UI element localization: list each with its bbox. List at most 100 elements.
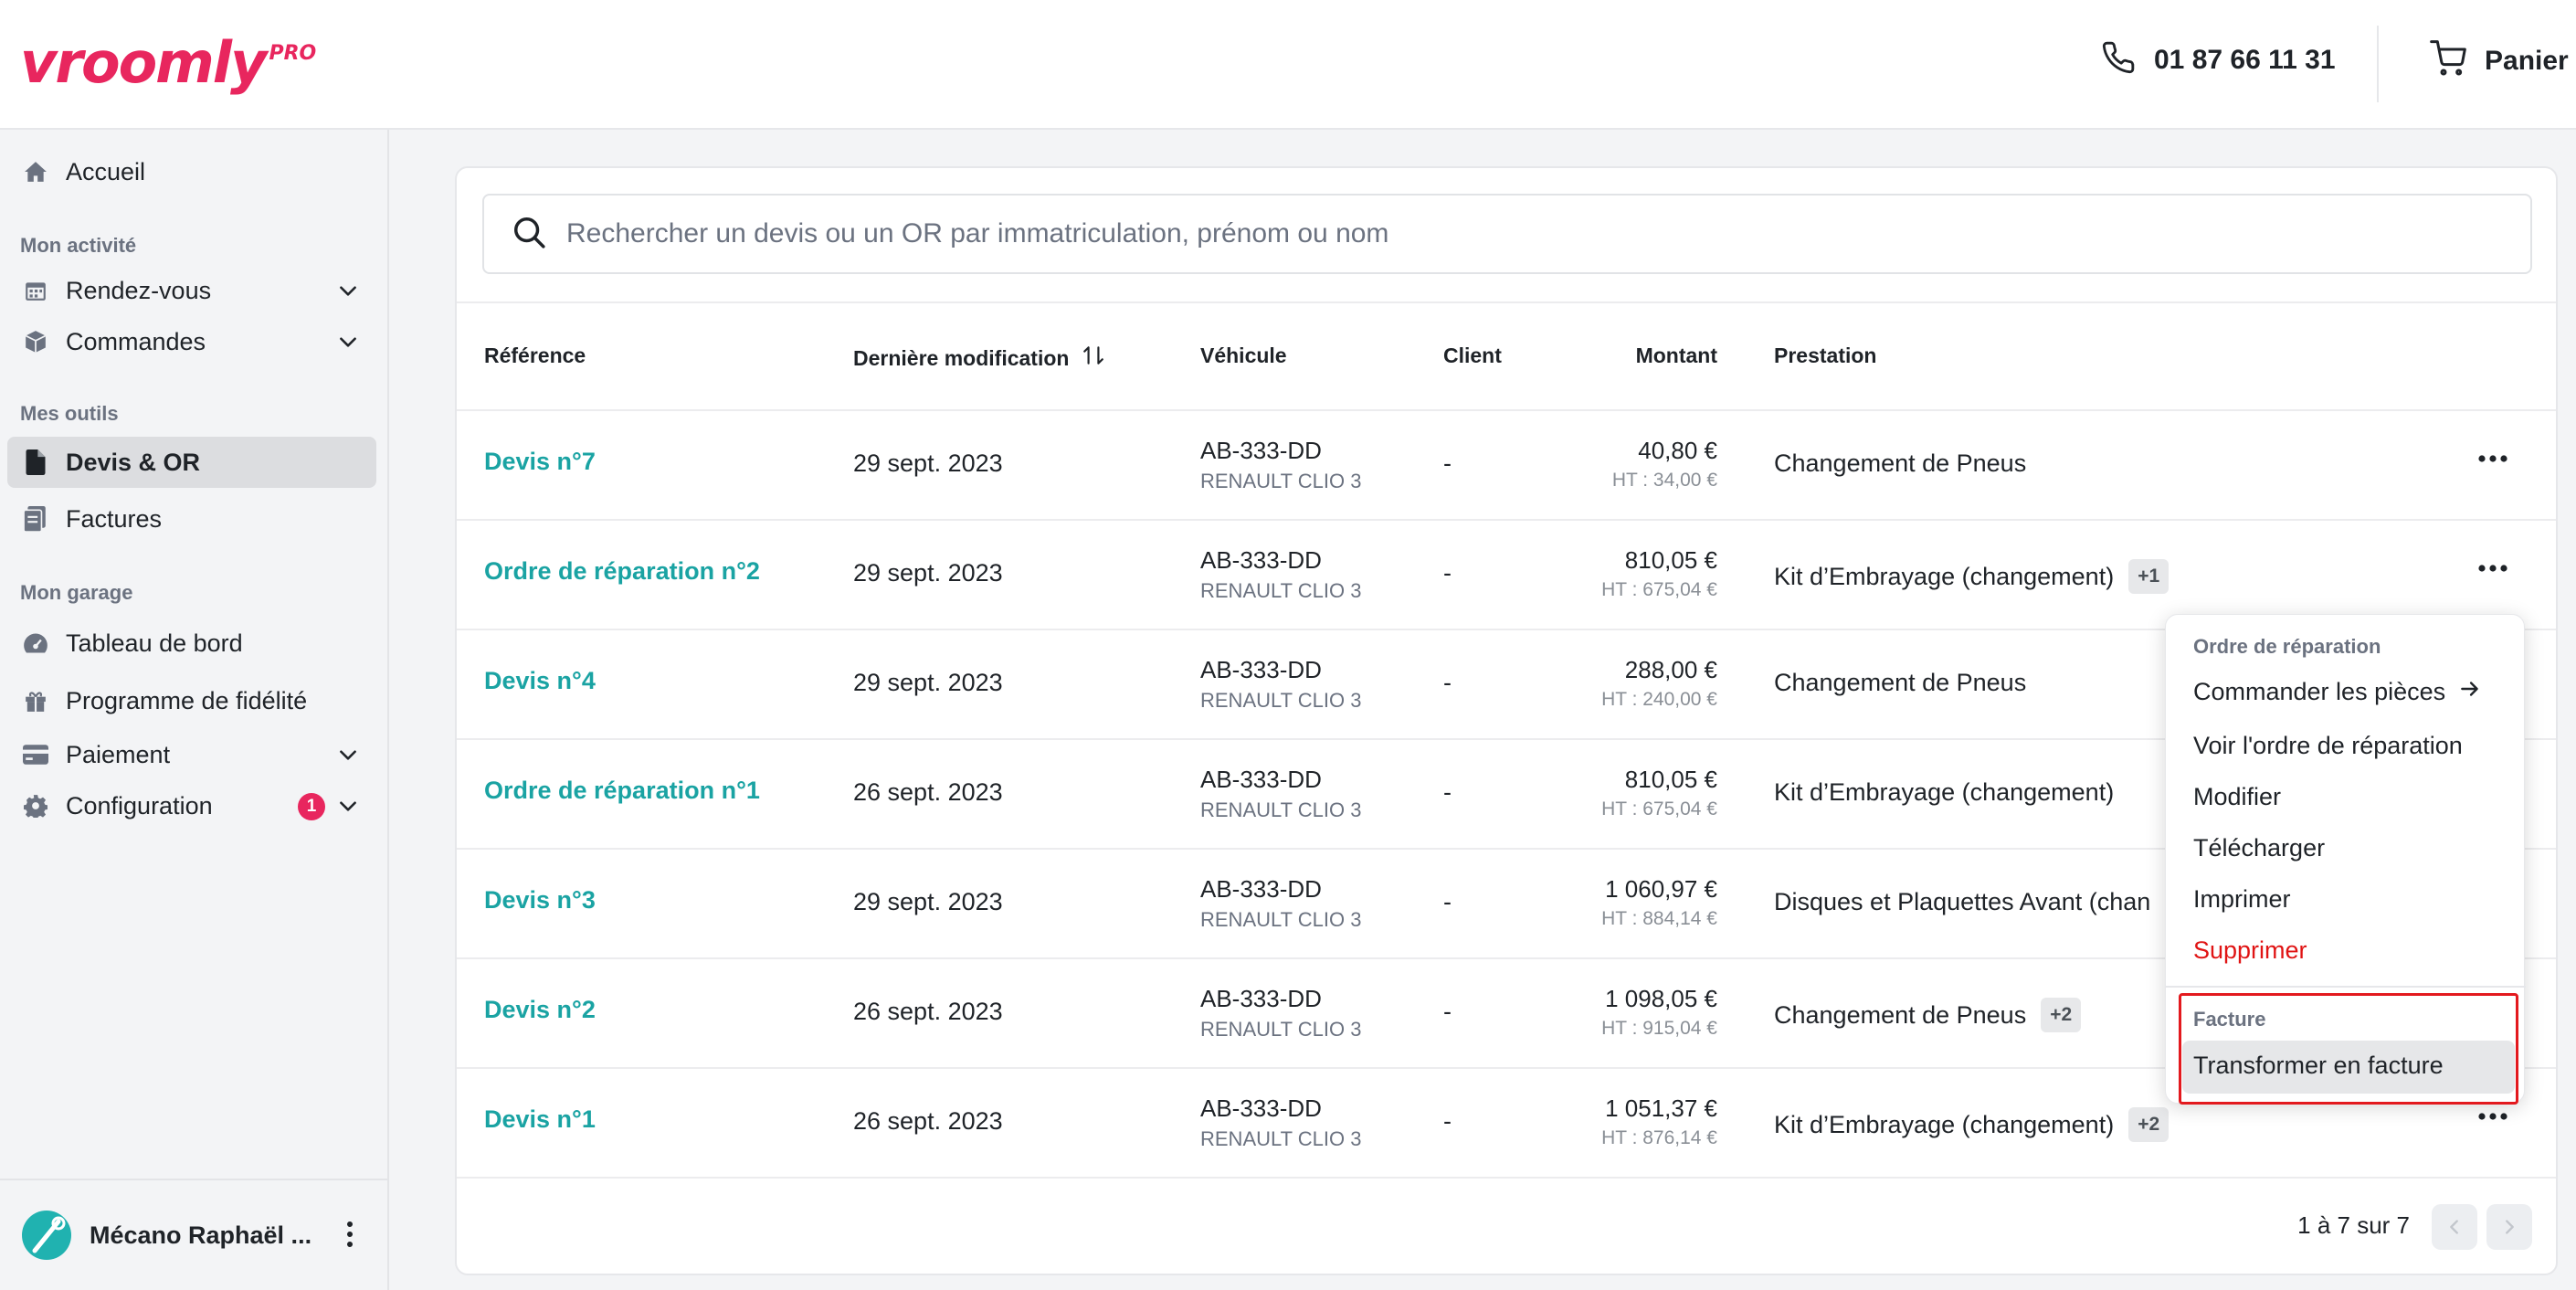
menu-item-order-parts[interactable]: Commander les pièces [2193, 677, 2482, 707]
table-row[interactable]: Devis n°7 29 sept. 2023 AB-333-DD RENAUL… [457, 409, 2556, 519]
quote-reference-link[interactable]: Ordre de réparation n°1 [484, 777, 760, 805]
sidebar-item-payment[interactable]: Paiement [7, 729, 376, 780]
amount-ttc: 1 098,05 € [1605, 985, 1717, 1012]
service-cell: Disques et Plaquettes Avant (chan [1774, 888, 2150, 916]
row-actions-menu: Ordre de réparation Commander les pièces… [2165, 614, 2526, 1105]
phone-icon [2101, 40, 2136, 79]
previous-page-button[interactable] [2432, 1204, 2477, 1250]
menu-section-invoice: Facture [2193, 1008, 2266, 1031]
quote-reference-link[interactable]: Devis n°4 [484, 667, 596, 695]
sidebar-item-appointments[interactable]: Rendez-vous [7, 265, 376, 316]
quote-reference-link[interactable]: Ordre de réparation n°2 [484, 557, 760, 586]
search-icon [512, 215, 546, 254]
menu-item-download[interactable]: Télécharger [2193, 834, 2325, 862]
column-header-label: Dernière modification [853, 345, 1070, 370]
sort-icon[interactable] [1082, 344, 1105, 373]
vehicle-plate: AB-333-DD [1200, 546, 1322, 574]
section-title-garage: Mon garage [20, 581, 133, 604]
vehicle-model: RENAULT CLIO 3 [1200, 1127, 1362, 1150]
phone-number: 01 87 66 11 31 [2154, 44, 2336, 75]
row-actions-button[interactable] [2477, 1109, 2508, 1126]
column-header-client: Client [1443, 344, 1502, 367]
chevron-down-icon [336, 279, 360, 307]
column-header-last-modified[interactable]: Dernière modification [853, 344, 1105, 373]
chevron-left-icon [2450, 1220, 2458, 1234]
arrow-right-icon [2458, 677, 2482, 707]
last-modified-date: 26 sept. 2023 [853, 998, 1003, 1025]
gear-icon [22, 792, 49, 819]
row-actions-button[interactable] [2477, 561, 2508, 577]
quote-reference-link[interactable]: Devis n°7 [484, 448, 596, 476]
sidebar-item-home[interactable]: Accueil [7, 146, 376, 197]
quote-reference-link[interactable]: Devis n°2 [484, 996, 596, 1024]
vehicle-model: RENAULT CLIO 3 [1200, 908, 1362, 931]
last-modified-date: 29 sept. 2023 [853, 888, 1003, 915]
quote-reference-link[interactable]: Devis n°1 [484, 1105, 596, 1134]
menu-item-view-repair-order[interactable]: Voir l'ordre de réparation [2193, 732, 2463, 760]
amount-ht: HT : 884,14 € [1601, 908, 1717, 929]
user-profile[interactable]: Mécano Raphaël ... [0, 1179, 387, 1290]
column-header-vehicle: Véhicule [1200, 344, 1287, 367]
search-bar[interactable] [482, 194, 2532, 274]
column-header-service: Prestation [1774, 344, 1877, 367]
user-name: Mécano Raphaël ... [90, 1221, 312, 1249]
gift-icon [22, 687, 49, 714]
next-page-button[interactable] [2486, 1204, 2532, 1250]
invoice-icon [22, 505, 49, 533]
logo-wordmark: vroomly [20, 29, 267, 96]
sidebar-item-dashboard[interactable]: Tableau de bord [7, 618, 376, 669]
calendar-icon [22, 277, 49, 304]
last-modified-date: 29 sept. 2023 [853, 669, 1003, 696]
pagination-label: 1 à 7 sur 7 [2297, 1211, 2410, 1239]
sidebar-item-configuration[interactable]: Configuration 1 [7, 780, 376, 831]
amount-ttc: 810,05 € [1624, 546, 1717, 574]
chevron-down-icon [336, 743, 360, 771]
more-vertical-icon[interactable] [345, 1221, 354, 1253]
gauge-icon [22, 629, 49, 657]
sidebar-item-invoices[interactable]: Factures [7, 493, 376, 545]
table-divider [457, 301, 2556, 303]
more-horizontal-icon [2478, 565, 2507, 572]
sidebar-item-label: Commandes [66, 327, 206, 355]
amount-ht: HT : 915,04 € [1601, 1018, 1717, 1039]
vroomly-pro-logo[interactable]: vroomly PRO [20, 27, 316, 99]
credit-card-icon [22, 741, 49, 768]
phone-contact[interactable]: 01 87 66 11 31 [2101, 40, 2336, 79]
menu-item-print[interactable]: Imprimer [2193, 885, 2291, 914]
extra-services-badge[interactable]: +2 [2041, 998, 2082, 1032]
section-title-tools: Mes outils [20, 402, 119, 425]
extra-services-badge[interactable]: +1 [2128, 559, 2170, 594]
notification-badge: 1 [298, 793, 325, 820]
menu-item-edit[interactable]: Modifier [2193, 783, 2281, 811]
search-input[interactable] [566, 218, 2530, 249]
extra-services-badge[interactable]: +2 [2128, 1107, 2170, 1142]
table-row[interactable]: Ordre de réparation n°2 29 sept. 2023 AB… [457, 519, 2556, 629]
chevron-down-icon [336, 330, 360, 358]
chevron-down-icon [336, 794, 360, 822]
sidebar-item-orders[interactable]: Commandes [7, 316, 376, 367]
menu-item-transform-to-invoice[interactable]: Transformer en facture [2193, 1052, 2444, 1080]
amount-ttc: 288,00 € [1624, 656, 1717, 683]
menu-divider [2166, 986, 2526, 988]
cart-button[interactable]: Panier [2430, 40, 2569, 81]
amount-ttc: 810,05 € [1624, 766, 1717, 793]
service-cell: Changement de Pneus [1774, 669, 2026, 697]
vehicle-plate: AB-333-DD [1200, 985, 1322, 1012]
sidebar-item-quotes[interactable]: Devis & OR [7, 437, 376, 488]
service-name: Changement de Pneus [1774, 449, 2027, 477]
amount-ht: HT : 34,00 € [1611, 470, 1717, 491]
client-name: - [1443, 888, 1452, 915]
vehicle-plate: AB-333-DD [1200, 656, 1322, 683]
sidebar: Accueil Mon activité Rendez-vous Command… [0, 130, 389, 1290]
client-name: - [1443, 778, 1452, 806]
sidebar-item-label: Accueil [66, 157, 146, 185]
amount-ttc: 40,80 € [1638, 437, 1717, 464]
row-actions-button[interactable] [2477, 451, 2508, 468]
menu-item-delete[interactable]: Supprimer [2193, 936, 2307, 965]
quote-reference-link[interactable]: Devis n°3 [484, 886, 596, 915]
cart-label: Panier [2485, 45, 2569, 76]
menu-section-repair-order: Ordre de réparation [2193, 635, 2381, 658]
sidebar-item-label: Rendez-vous [66, 276, 212, 304]
last-modified-date: 29 sept. 2023 [853, 559, 1003, 587]
sidebar-item-loyalty[interactable]: Programme de fidélité [7, 675, 376, 726]
